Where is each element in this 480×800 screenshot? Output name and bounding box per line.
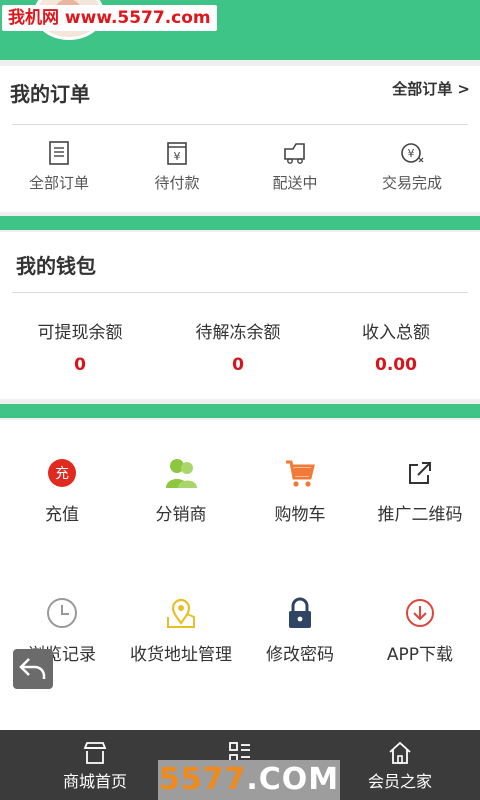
- watermark-bottom: 5577.COM: [158, 760, 340, 800]
- recharge-icon: 充: [45, 456, 79, 490]
- lock-icon: [283, 596, 317, 630]
- grid-qrcode[interactable]: 推广二维码: [350, 456, 480, 525]
- tab-label: 商城首页: [62, 772, 127, 791]
- store-icon: [83, 742, 107, 764]
- document-icon: [49, 141, 69, 165]
- order-label: 交易完成: [381, 174, 442, 192]
- orders-title: 我的订单: [10, 82, 90, 106]
- wallet-frozen[interactable]: 待解冻余额 0: [158, 318, 318, 375]
- wallet-value: 0: [232, 355, 244, 375]
- truck-icon: [284, 143, 305, 164]
- order-label: 全部订单: [28, 174, 89, 192]
- grid-label: 分销商: [155, 505, 207, 525]
- grid-label: 修改密码: [266, 645, 334, 665]
- svg-text:¥: ¥: [408, 147, 415, 160]
- order-label: 待付款: [154, 174, 200, 192]
- wallet-value: 0: [74, 355, 86, 375]
- section-separator: [0, 216, 480, 230]
- wallet-label: 待解冻余额: [195, 323, 281, 343]
- grid-password[interactable]: 修改密码: [230, 596, 370, 665]
- order-pending-payment[interactable]: ¥ 待付款: [122, 140, 232, 193]
- distributor-icon: [164, 456, 198, 490]
- map-pin-icon: [164, 596, 198, 630]
- back-button[interactable]: [13, 649, 53, 689]
- wallet-label: 可提现余额: [37, 323, 123, 343]
- order-shipping[interactable]: 配送中: [240, 140, 350, 193]
- tab-label: 会员之家: [367, 772, 432, 791]
- grid-label: APP下载: [386, 645, 454, 665]
- yen-complete-icon: ¥: [401, 143, 424, 163]
- watermark-top: 我机网 www.5577.com: [2, 5, 217, 31]
- divider: [12, 124, 468, 125]
- divider: [12, 292, 468, 293]
- payment-icon: ¥: [167, 142, 187, 165]
- clock-icon: [45, 596, 79, 630]
- all-orders-link[interactable]: 全部订单 >: [392, 78, 470, 99]
- wallet-total-income[interactable]: 收入总额 0.00: [316, 318, 476, 375]
- tab-store-home[interactable]: 商城首页: [30, 730, 160, 800]
- back-arrow-icon: [19, 658, 46, 679]
- tab-member-home[interactable]: 会员之家: [340, 730, 460, 800]
- grid-label: 购物车: [274, 505, 326, 525]
- wallet-withdrawable[interactable]: 可提现余额 0: [0, 318, 160, 375]
- grid-label: 推广二维码: [377, 505, 463, 525]
- order-completed[interactable]: ¥ 交易完成: [357, 140, 467, 193]
- svg-text:¥: ¥: [174, 150, 181, 163]
- grid-label: 收货地址管理: [130, 645, 232, 665]
- share-icon: [403, 456, 437, 490]
- wallet-label: 收入总额: [362, 323, 430, 343]
- download-icon: [403, 596, 437, 630]
- grid-cart[interactable]: 购物车: [230, 456, 370, 525]
- grid-app-download[interactable]: APP下载: [350, 596, 480, 665]
- svg-text:充: 充: [55, 466, 69, 482]
- order-all[interactable]: 全部订单: [4, 140, 114, 193]
- home-icon: [389, 741, 411, 764]
- grid-label: 充值: [45, 505, 79, 525]
- section-separator: [0, 404, 480, 418]
- wallet-value: 0.00: [375, 355, 417, 375]
- wallet-title: 我的钱包: [16, 254, 96, 278]
- cart-icon: [283, 456, 317, 490]
- order-label: 配送中: [272, 174, 318, 192]
